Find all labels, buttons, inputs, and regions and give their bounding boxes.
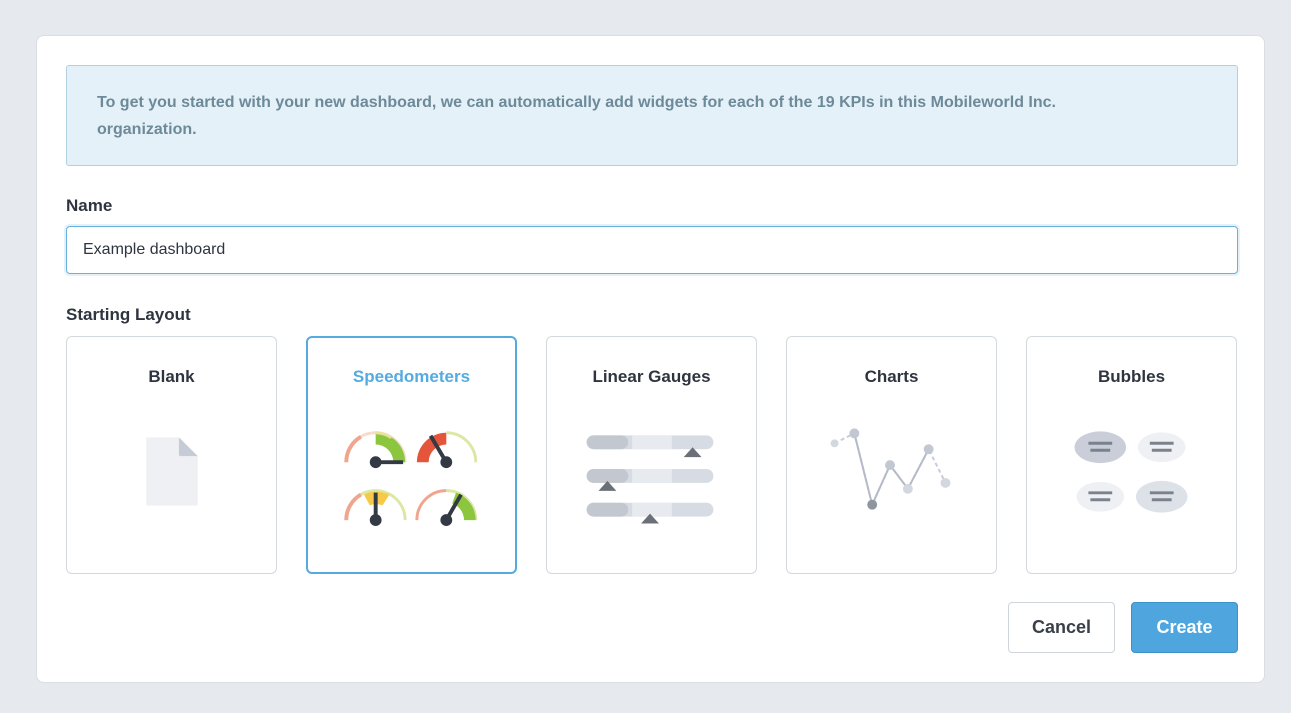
- create-button[interactable]: Create: [1131, 602, 1238, 653]
- notice-line-2: organization.: [97, 121, 197, 138]
- cancel-button[interactable]: Cancel: [1008, 602, 1115, 653]
- layout-card-speedometers[interactable]: Speedometers: [306, 336, 517, 574]
- dashboard-name-input[interactable]: [66, 226, 1238, 274]
- layout-card-blank[interactable]: Blank: [66, 336, 277, 574]
- starting-layout-label: Starting Layout: [66, 305, 191, 324]
- blank-page-icon: [146, 437, 198, 506]
- line-chart-icon: [830, 428, 951, 510]
- notice-line-1: To get you started with your new dashboa…: [97, 94, 1056, 111]
- layout-card-title: Bubbles: [1097, 367, 1166, 386]
- layout-options: Blank Speedometers Linear Gauges Charts …: [66, 336, 1238, 574]
- layout-card-title: Linear Gauges: [592, 367, 711, 386]
- layout-card-title: Speedometers: [352, 367, 471, 386]
- bubbles-icon: [1074, 431, 1188, 513]
- layout-card-bubbles[interactable]: Bubbles: [1026, 336, 1237, 574]
- layout-card-charts[interactable]: Charts: [786, 336, 997, 574]
- info-notice: To get you started with your new dashboa…: [66, 65, 1238, 166]
- linear-gauges-icon: [586, 435, 714, 524]
- layout-card-linear-gauges[interactable]: Linear Gauges: [546, 336, 757, 574]
- layout-card-title: Blank: [148, 367, 195, 386]
- create-dashboard-panel: To get you started with your new dashboa…: [36, 35, 1265, 683]
- name-label: Name: [66, 196, 113, 215]
- speedometers-icon: [344, 431, 478, 526]
- layout-card-title: Charts: [864, 367, 919, 386]
